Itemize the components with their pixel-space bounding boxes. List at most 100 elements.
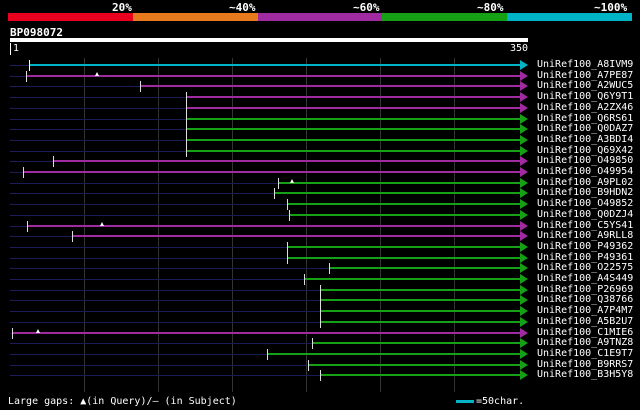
hit-row[interactable]: UniRef100_B3H5Y8	[0, 369, 640, 382]
hit-label[interactable]: UniRef100_C1E9T7	[537, 348, 633, 359]
hit-list: UniRef100_A8IVM9 UniRef100_A7PE87 UniRef10…	[0, 0, 640, 410]
hit-end-arrow	[520, 316, 528, 327]
hit-label[interactable]: UniRef100_A3BDI4	[537, 134, 633, 145]
hit-label[interactable]: UniRef100_A4S449	[537, 273, 633, 284]
hit-alignment-bar[interactable]	[320, 320, 520, 323]
hit-alignment-bar[interactable]	[139, 85, 520, 88]
hit-end-arrow	[520, 124, 528, 135]
hit-start-tick	[320, 316, 322, 328]
hit-start-tick	[186, 102, 188, 114]
hit-start-tick	[53, 156, 55, 168]
hit-end-arrow	[520, 102, 528, 113]
hit-alignment-bar[interactable]	[289, 213, 520, 216]
hit-alignment-bar[interactable]	[328, 267, 520, 270]
hit-start-tick	[267, 348, 269, 360]
hit-alignment-bar[interactable]	[267, 352, 520, 355]
hit-alignment-bar[interactable]	[308, 363, 520, 366]
hit-alignment-bar[interactable]	[186, 117, 520, 120]
hit-alignment-bar[interactable]	[311, 342, 520, 345]
hit-end-arrow	[520, 327, 528, 338]
hit-alignment-bar[interactable]	[273, 192, 520, 195]
hit-alignment-bar[interactable]	[320, 299, 520, 302]
hit-alignment-bar[interactable]	[29, 64, 520, 66]
hit-start-tick	[71, 231, 73, 243]
hit-alignment-bar[interactable]	[320, 374, 520, 377]
hit-start-tick	[186, 92, 188, 104]
hit-start-tick	[304, 274, 306, 285]
hit-label[interactable]: UniRef100_Q0DAZ7	[537, 123, 633, 134]
hit-label[interactable]: UniRef100_B9RRS7	[537, 359, 633, 370]
hit-end-arrow	[520, 156, 528, 167]
hit-alignment-bar[interactable]	[277, 181, 520, 184]
hit-start-tick	[320, 306, 322, 318]
hit-label[interactable]: UniRef100_Q0DZJ4	[537, 209, 633, 220]
hit-end-arrow	[520, 81, 528, 92]
hit-alignment-bar[interactable]	[186, 138, 520, 141]
hit-label[interactable]: UniRef100_A7P4M7	[537, 305, 633, 316]
hit-alignment-bar[interactable]	[25, 74, 520, 77]
hit-alignment-bar[interactable]	[304, 278, 520, 280]
hit-alignment-bar[interactable]	[287, 256, 520, 259]
hit-end-arrow	[520, 338, 528, 349]
hit-start-tick	[311, 338, 313, 350]
hit-label[interactable]: UniRef100_A2WUC5	[537, 80, 633, 91]
hit-end-arrow	[520, 92, 528, 103]
hit-label[interactable]: UniRef100_Q6Y9T1	[537, 91, 633, 102]
hit-alignment-bar[interactable]	[287, 203, 520, 206]
hit-label[interactable]: UniRef100_A9TNZ8	[537, 337, 633, 348]
query-gap-marker	[100, 221, 105, 226]
hit-label[interactable]: UniRef100_P49361	[537, 252, 633, 263]
hit-end-arrow	[520, 370, 528, 381]
hit-label[interactable]: UniRef100_Q6RS61	[537, 113, 633, 124]
hit-label[interactable]: UniRef100_C1MIE6	[537, 327, 633, 338]
hit-label[interactable]: UniRef100_A2ZX46	[537, 102, 633, 113]
hit-alignment-bar[interactable]	[12, 331, 520, 334]
query-gap-marker	[95, 71, 100, 76]
hit-label[interactable]: UniRef100_O49954	[537, 166, 633, 177]
hit-label[interactable]: UniRef100_A7PE87	[537, 70, 633, 81]
hit-label[interactable]: UniRef100_P26969	[537, 284, 633, 295]
hit-alignment-bar[interactable]	[320, 288, 520, 291]
hit-alignment-bar[interactable]	[186, 149, 520, 152]
hit-label[interactable]: UniRef100_O49850	[537, 155, 633, 166]
hit-label[interactable]: UniRef100_Q38766	[537, 294, 633, 305]
hit-start-tick	[25, 70, 27, 82]
hit-label[interactable]: UniRef100_O22575	[537, 262, 633, 273]
hit-label[interactable]: UniRef100_A8IVM9	[537, 59, 633, 70]
hit-alignment-bar[interactable]	[186, 128, 520, 131]
hit-start-tick	[320, 370, 322, 382]
hit-label[interactable]: UniRef100_Q69X42	[537, 145, 633, 156]
hit-label[interactable]: UniRef100_B3H5Y8	[537, 369, 633, 380]
hit-start-tick	[320, 284, 322, 296]
hit-start-tick	[186, 124, 188, 136]
hit-label[interactable]: UniRef100_B9HDN2	[537, 187, 633, 198]
hit-alignment-bar[interactable]	[320, 310, 520, 313]
hit-end-arrow	[520, 188, 528, 199]
hit-label[interactable]: UniRef100_C5YS41	[537, 220, 633, 231]
scale-swatch	[456, 399, 474, 403]
hit-label[interactable]: UniRef100_P49362	[537, 241, 633, 252]
hit-start-tick	[287, 241, 289, 253]
hit-end-arrow	[520, 113, 528, 124]
query-gap-marker	[289, 178, 294, 183]
hit-alignment-bar[interactable]	[186, 106, 520, 109]
hit-label[interactable]: UniRef100_A5B2U7	[537, 316, 633, 327]
hit-alignment-bar[interactable]	[71, 235, 520, 238]
hit-start-tick	[22, 167, 24, 178]
hit-label[interactable]: UniRef100_A9RLL8	[537, 230, 633, 241]
hit-end-arrow	[520, 209, 528, 220]
hit-label[interactable]: UniRef100_O49852	[537, 198, 633, 209]
hit-alignment-bar[interactable]	[287, 245, 520, 248]
gap-legend: Large gaps: ▲(in Query)/– (in Subject)	[8, 396, 237, 407]
hit-alignment-bar[interactable]	[22, 171, 520, 173]
hit-label[interactable]: UniRef100_A9PL02	[537, 177, 633, 188]
hit-end-arrow	[520, 60, 528, 70]
hit-end-arrow	[520, 220, 528, 231]
hit-start-tick	[289, 209, 291, 221]
scale-legend: =50char.	[456, 396, 524, 407]
hit-end-arrow	[520, 348, 528, 359]
hit-start-tick	[26, 220, 28, 232]
hit-alignment-bar[interactable]	[186, 96, 520, 99]
hit-alignment-bar[interactable]	[53, 160, 520, 163]
hit-start-tick	[12, 327, 14, 339]
